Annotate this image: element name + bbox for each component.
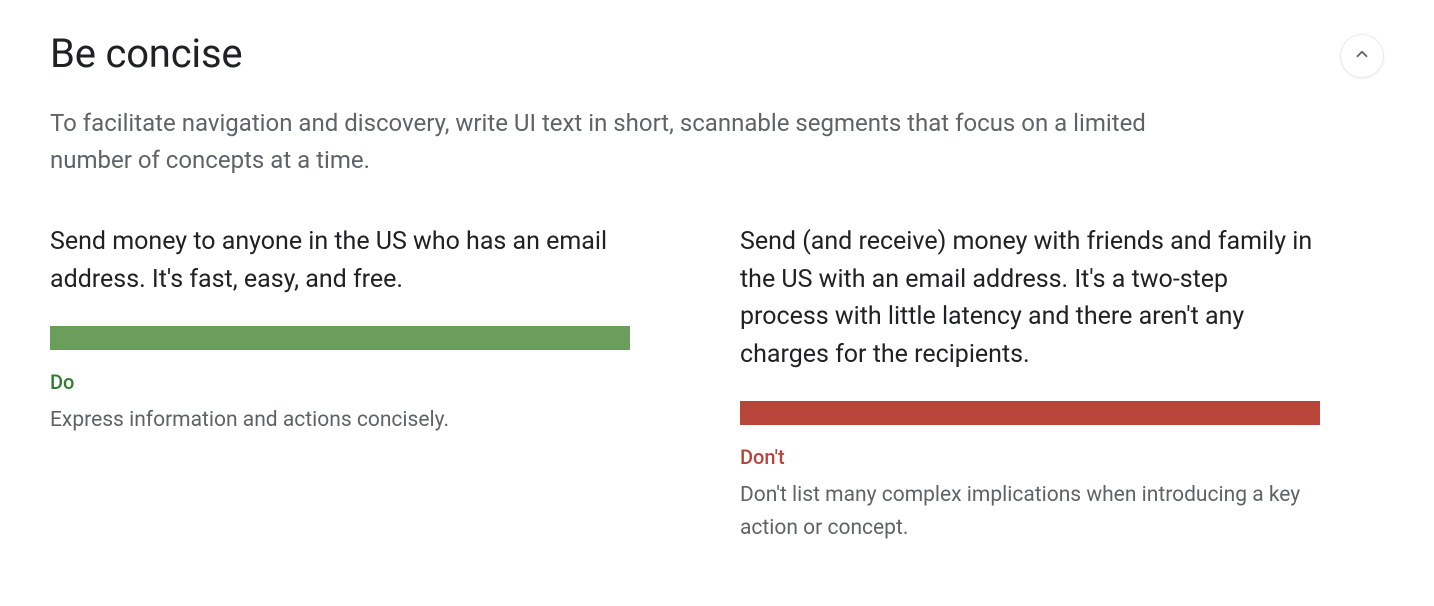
example-columns: Send money to anyone in the US who has a… [50, 223, 1384, 544]
collapse-button[interactable] [1340, 34, 1384, 78]
do-example-text: Send money to anyone in the US who has a… [50, 223, 630, 298]
dont-example-text: Send (and receive) money with friends an… [740, 223, 1320, 373]
do-caption: Express information and actions concisel… [50, 404, 630, 437]
do-column: Send money to anyone in the US who has a… [50, 223, 630, 544]
chevron-up-icon [1353, 45, 1371, 67]
do-tag: Do [50, 370, 630, 394]
section-intro: To facilitate navigation and discovery, … [50, 105, 1230, 179]
do-bar [50, 326, 630, 350]
dont-caption: Don't list many complex implications whe… [740, 479, 1320, 544]
dont-tag: Don't [740, 445, 1320, 469]
dont-column: Send (and receive) money with friends an… [740, 223, 1320, 544]
dont-bar [740, 401, 1320, 425]
section-title: Be concise [50, 30, 242, 77]
